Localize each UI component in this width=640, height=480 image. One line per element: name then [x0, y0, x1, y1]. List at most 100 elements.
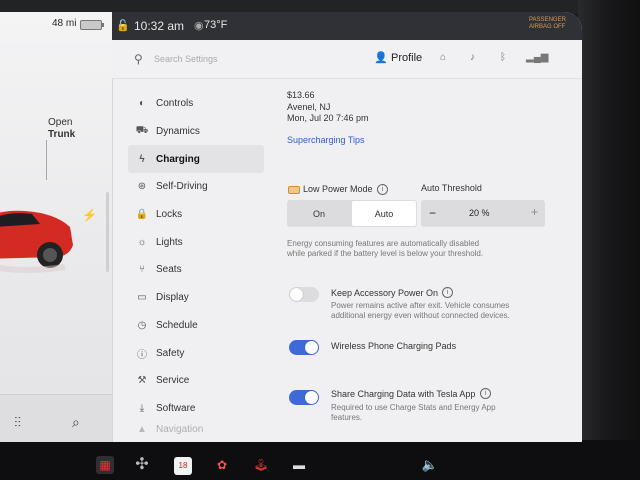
low-power-auto-option[interactable]: Auto	[352, 201, 416, 226]
charging-settings-panel: $13.66 Avenel, NJ Mon, Jul 20 7:46 pm Su…	[270, 78, 582, 442]
threshold-increase-button[interactable]: +	[531, 205, 538, 219]
taskbar: ▦ ✣ 18 ✿ 🕹 ▬ 🔈	[0, 442, 640, 480]
low-power-on-option[interactable]: On	[287, 200, 351, 227]
car-image	[0, 210, 73, 273]
menu-item-charging[interactable]: ϟ Charging	[128, 145, 264, 174]
menu-item-dynamics[interactable]: ⛟ Dynamics	[128, 118, 264, 146]
bluetooth-icon[interactable]: ᛒ	[500, 52, 506, 63]
bolt-icon: ϟ	[139, 153, 145, 165]
open-trunk-button[interactable]: Open Trunk	[48, 117, 75, 141]
safety-icon: ⓘ	[137, 349, 147, 361]
fan-icon[interactable]: ✣	[133, 456, 151, 474]
menu-item-label: Display	[156, 292, 189, 304]
auto-threshold-label: Auto Threshold	[421, 183, 482, 193]
menu-item-controls[interactable]: ◐ Controls	[128, 90, 264, 118]
status-bar: 🔓 10:32 am ◉ 73°F PASSENGER AIRBAG OFF	[112, 12, 582, 40]
navigation-icon: ▲	[137, 423, 147, 435]
menu-item-label: Navigation	[156, 423, 204, 435]
bezel-right	[578, 0, 640, 480]
app-launcher-icon[interactable]: ▦	[96, 456, 114, 474]
car-icon: ⛟	[135, 125, 149, 137]
last-session-cost: $13.66	[287, 90, 315, 100]
threshold-decrease-button[interactable]: −	[429, 206, 436, 220]
menu-item-locks[interactable]: 🔒 Locks	[128, 201, 264, 229]
menu-item-seats[interactable]: ⑂ Seats	[128, 256, 264, 284]
charge-port-icon: ⚡	[82, 208, 97, 222]
passenger-airbag-status: PASSENGER AIRBAG OFF	[529, 17, 566, 30]
clock-time: 10:32 am	[134, 19, 185, 33]
settings-header: ⚲ 👤 Profile ⌂ ♪ ᛒ ▂▄▆	[112, 40, 582, 79]
low-power-mode-label: Low Power Mode	[303, 184, 373, 194]
search-icon: ⚲	[134, 52, 143, 66]
keep-accessory-description-line2: additional energy even without connected…	[331, 311, 510, 320]
share-data-description-line2: features.	[331, 413, 363, 422]
car-panel: 48 mi Open Trunk ⚡ ⫶⫶ ⌕	[0, 12, 113, 442]
car-panel-scrollbar	[106, 192, 109, 272]
profile-button[interactable]: Profile	[391, 52, 422, 64]
calendar-icon[interactable]: 18	[174, 457, 192, 475]
supercharging-tips-link[interactable]: Supercharging Tips	[287, 135, 365, 145]
low-power-info-icon[interactable]: i	[377, 184, 388, 195]
trunk-label: Trunk	[48, 129, 76, 140]
menu-item-label: Software	[156, 402, 196, 414]
keep-accessory-info-icon[interactable]: i	[442, 287, 453, 298]
menu-item-software[interactable]: ⤓ Software	[128, 395, 264, 423]
volume-icon[interactable]: 🔈	[421, 456, 439, 474]
menu-item-navigation[interactable]: ▲ Navigation	[128, 422, 264, 436]
menu-item-service[interactable]: ⚒ Service	[128, 367, 264, 395]
auto-threshold-stepper: − 20 % +	[421, 200, 545, 227]
share-charging-data-label: Share Charging Data with Tesla App	[331, 389, 476, 399]
menu-item-lights[interactable]: ☼ Lights	[128, 228, 264, 256]
menu-item-label: Self-Driving	[156, 181, 208, 193]
search-icon[interactable]: ⌕	[72, 414, 80, 431]
menu-item-safety[interactable]: ⓘ Safety	[128, 339, 264, 367]
battery-icon	[80, 20, 104, 30]
settings-search-input[interactable]	[152, 49, 336, 69]
threshold-value: 20 %	[469, 208, 490, 218]
menu-item-label: Service	[156, 375, 190, 387]
share-charging-data-toggle[interactable]	[289, 390, 319, 405]
notification-bell-icon[interactable]: ♪	[470, 52, 475, 63]
toggle-knob	[305, 341, 318, 354]
share-data-info-icon[interactable]: i	[480, 388, 491, 399]
keep-accessory-power-label: Keep Accessory Power On	[331, 288, 439, 298]
low-power-battery-icon	[288, 186, 300, 194]
settings-menu: ◐ Controls ⛟ Dynamics ϟ Charging ⊛ Self-Driv…	[128, 90, 264, 436]
menu-item-label: Locks	[156, 209, 183, 221]
cellular-signal-icon: ▂▄▆	[526, 52, 549, 63]
low-power-description-line1: Energy consuming features are automatica…	[287, 239, 480, 248]
menu-item-label: Charging	[156, 153, 200, 165]
menu-item-label: Controls	[156, 98, 194, 110]
menu-item-label: Dynamics	[156, 126, 200, 138]
menu-item-label: Lights	[156, 236, 183, 248]
outside-temperature: 73°F	[204, 19, 228, 31]
menu-item-display[interactable]: ▭ Display	[128, 284, 264, 312]
low-power-mode-selector: On Auto	[287, 200, 417, 227]
dashcam-icon[interactable]: ▬	[290, 456, 308, 474]
download-icon: ⤓	[139, 402, 145, 414]
menu-item-label: Safety	[156, 347, 185, 359]
low-power-description-line2: while parked if the battery level is bel…	[287, 249, 484, 258]
seat-icon: ⑂	[139, 264, 145, 276]
trunk-indicator-line	[46, 140, 47, 180]
lock-icon[interactable]: 🔓	[116, 19, 130, 32]
wrench-icon: ⚒	[137, 375, 147, 387]
light-icon: ☼	[137, 236, 147, 248]
arcade-icon[interactable]: 🕹	[252, 456, 270, 474]
menu-item-schedule[interactable]: ◷ Schedule	[128, 312, 264, 340]
lock-icon: 🔒	[135, 209, 149, 221]
menu-item-self-driving[interactable]: ⊛ Self-Driving	[128, 173, 264, 201]
profile-icon: 👤	[374, 52, 388, 64]
controls-sliders-icon[interactable]: ⫶⫶	[14, 414, 21, 431]
wireless-charging-pads-toggle[interactable]	[289, 340, 319, 355]
garage-icon[interactable]: ⌂	[440, 52, 446, 63]
share-data-description-line1: Required to use Charge Stats and Energy …	[331, 403, 496, 412]
keep-accessory-power-toggle[interactable]	[289, 287, 319, 302]
toggle-icon: ◐	[138, 98, 146, 110]
steering-wheel-icon: ⊛	[137, 181, 147, 193]
toggle-knob	[305, 391, 318, 404]
clock-icon: ◷	[137, 319, 147, 331]
trunk-action-label: Open	[48, 117, 73, 128]
battery-range: 48 mi	[52, 18, 77, 29]
toybox-icon[interactable]: ✿	[213, 456, 231, 474]
